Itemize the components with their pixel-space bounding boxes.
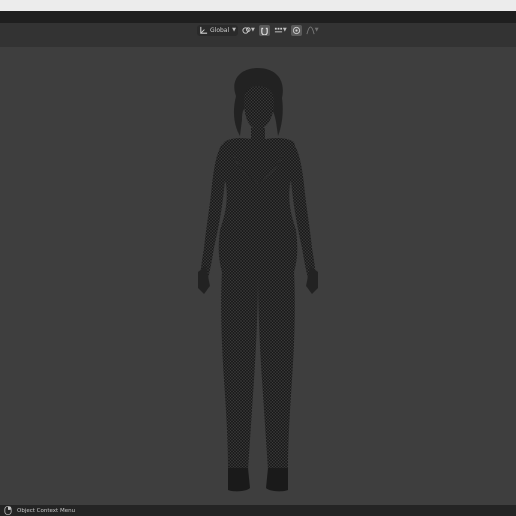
- transform-orientation-dropdown[interactable]: Global ▼: [197, 24, 238, 36]
- viewport-toolbar: Global ▼ ▼ ▼ ▼: [197, 24, 320, 36]
- pivot-point-dropdown[interactable]: ▼: [241, 25, 256, 36]
- chevron-down-icon: ▼: [314, 26, 319, 33]
- chevron-down-icon: ▼: [232, 26, 236, 33]
- chevron-down-icon: ▼: [251, 26, 255, 33]
- snap-toggle-icon: [260, 26, 269, 35]
- snap-toggle-button[interactable]: [258, 24, 270, 36]
- transform-orientation-label: Global: [210, 26, 230, 34]
- status-bar: Object Context Menu: [0, 505, 516, 516]
- character-mesh-wireframe[interactable]: [190, 60, 326, 496]
- status-context-menu-label: Object Context Menu: [17, 507, 76, 514]
- mouse-right-click-icon: [4, 506, 14, 515]
- window-top-edge: [0, 0, 516, 11]
- snap-element-dropdown[interactable]: ▼: [273, 25, 288, 36]
- transform-orientation-icon: [199, 26, 208, 35]
- proportional-editing-button[interactable]: [290, 24, 302, 36]
- top-menu-bar: [0, 11, 516, 23]
- chevron-down-icon: ▼: [282, 26, 287, 33]
- falloff-dropdown[interactable]: ▼: [305, 25, 320, 36]
- snap-element-icon: [274, 26, 283, 35]
- proportional-editing-icon: [292, 26, 301, 35]
- pivot-point-icon: [242, 26, 251, 35]
- falloff-curve-icon: [306, 25, 315, 35]
